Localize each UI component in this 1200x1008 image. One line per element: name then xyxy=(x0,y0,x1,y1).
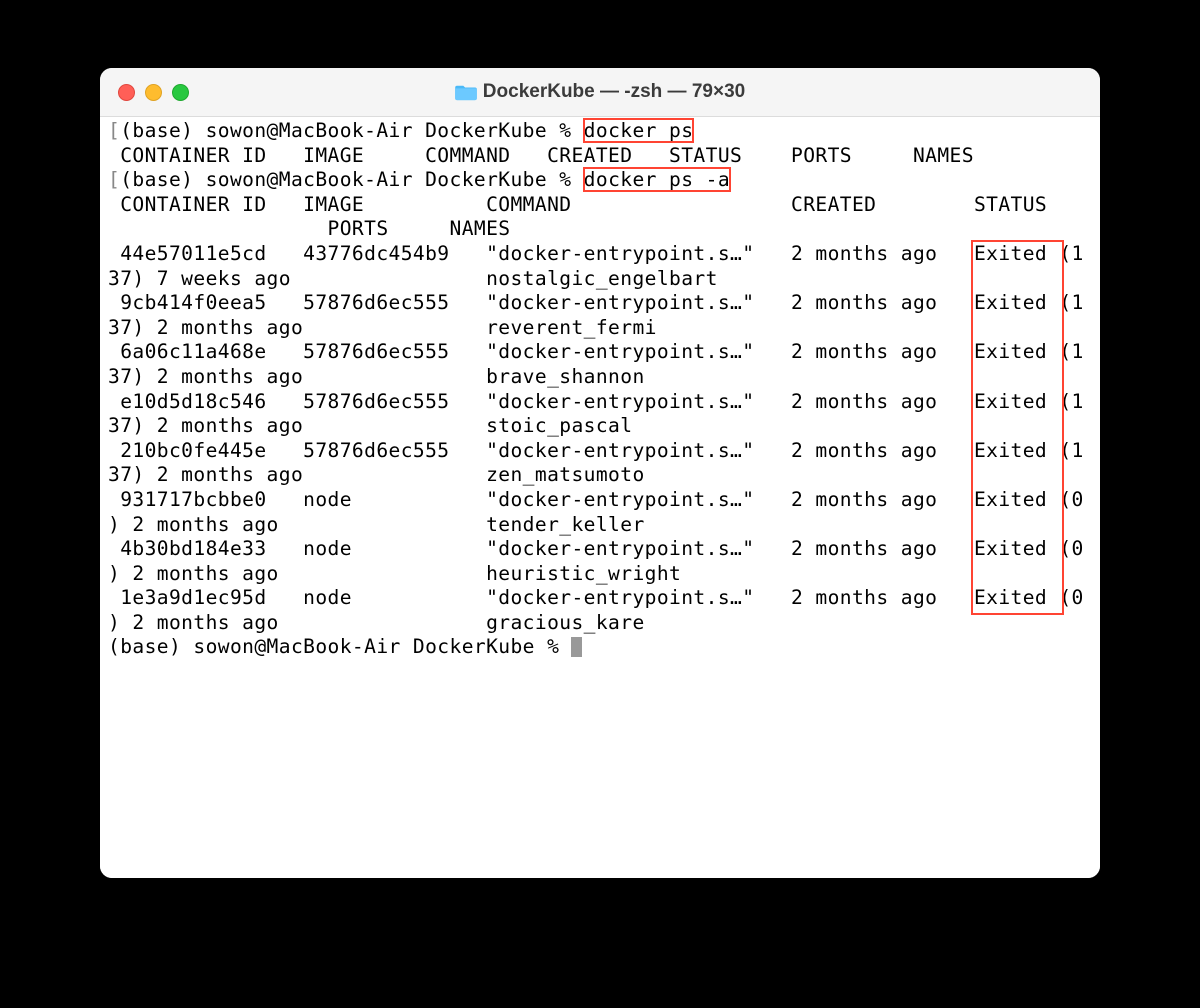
status-cell: Exited xyxy=(974,291,1059,314)
titlebar[interactable]: DockerKube — -zsh — 79×30 xyxy=(100,68,1100,117)
table-row: (1 xyxy=(1059,439,1083,462)
table-row: 931717bcbbe0 node "docker-entrypoint.s…"… xyxy=(108,488,974,511)
terminal-line: 9cb414f0eea5 57876d6ec555 "docker-entryp… xyxy=(108,291,1092,316)
table-row: 37) 2 months ago brave_shannon xyxy=(108,365,645,388)
table-row: 4b30bd184e33 node "docker-entrypoint.s…"… xyxy=(108,537,974,560)
terminal-line: 37) 2 months ago reverent_fermi xyxy=(108,316,1092,341)
table-row: (1 xyxy=(1059,340,1083,363)
folder-icon xyxy=(455,83,477,101)
terminal-line: PORTS NAMES xyxy=(108,217,1092,242)
command-docker-ps: docker ps xyxy=(584,119,694,142)
table-row: 1e3a9d1ec95d node "docker-entrypoint.s…"… xyxy=(108,586,974,609)
table-row: 44e57011e5cd 43776dc454b9 "docker-entryp… xyxy=(108,242,974,265)
table-row: 37) 2 months ago reverent_fermi xyxy=(108,316,657,339)
status-cell: Exited xyxy=(974,586,1059,609)
window-title: DockerKube — -zsh — 79×30 xyxy=(100,81,1100,103)
terminal-body[interactable]: [(base) sowon@MacBook-Air DockerKube % d… xyxy=(100,117,1100,878)
table-row: e10d5d18c546 57876d6ec555 "docker-entryp… xyxy=(108,390,974,413)
status-cell: Exited xyxy=(974,537,1059,560)
terminal-line: 210bc0fe445e 57876d6ec555 "docker-entryp… xyxy=(108,439,1092,464)
terminal-line: 37) 2 months ago zen_matsumoto xyxy=(108,463,1092,488)
minimize-icon[interactable] xyxy=(145,84,162,101)
terminal-line: 6a06c11a468e 57876d6ec555 "docker-entryp… xyxy=(108,340,1092,365)
terminal-line: [(base) sowon@MacBook-Air DockerKube % d… xyxy=(108,168,1092,193)
terminal-line: ) 2 months ago heuristic_wright xyxy=(108,562,1092,587)
status-cell: Exited xyxy=(974,340,1059,363)
table-row: ) 2 months ago tender_keller xyxy=(108,513,645,536)
terminal-line: 44e57011e5cd 43776dc454b9 "docker-entryp… xyxy=(108,242,1092,267)
status-cell: Exited xyxy=(974,390,1059,413)
close-icon[interactable] xyxy=(118,84,135,101)
bracket-icon: [ xyxy=(108,119,120,142)
table-row: (0 xyxy=(1059,488,1083,511)
table-row: 37) 2 months ago stoic_pascal xyxy=(108,414,632,437)
table-row: (0 xyxy=(1059,537,1083,560)
terminal-line: [(base) sowon@MacBook-Air DockerKube % d… xyxy=(108,119,1092,144)
table-row: (0 xyxy=(1059,586,1083,609)
table-row: ) 2 months ago heuristic_wright xyxy=(108,562,681,585)
table-row: 6a06c11a468e 57876d6ec555 "docker-entryp… xyxy=(108,340,974,363)
table-row: ) 2 months ago gracious_kare xyxy=(108,611,645,634)
terminal-line: 931717bcbbe0 node "docker-entrypoint.s…"… xyxy=(108,488,1092,513)
status-cell: Exited xyxy=(974,439,1059,462)
table-row: (1 xyxy=(1059,390,1083,413)
table-row: (1 xyxy=(1059,242,1083,265)
terminal-line: ) 2 months ago gracious_kare xyxy=(108,611,1092,636)
terminal-line: 37) 2 months ago stoic_pascal xyxy=(108,414,1092,439)
terminal-line: 4b30bd184e33 node "docker-entrypoint.s…"… xyxy=(108,537,1092,562)
command-docker-ps-a: docker ps -a xyxy=(584,168,730,191)
terminal-line: 1e3a9d1ec95d node "docker-entrypoint.s…"… xyxy=(108,586,1092,611)
table-header: CONTAINER ID IMAGE COMMAND CREATED STATU… xyxy=(108,193,1059,216)
terminal-line: (base) sowon@MacBook-Air DockerKube % xyxy=(108,635,1092,660)
cursor-icon xyxy=(571,637,582,657)
terminal-line: 37) 2 months ago brave_shannon xyxy=(108,365,1092,390)
terminal-line: CONTAINER ID IMAGE COMMAND CREATED STATU… xyxy=(108,144,1092,169)
maximize-icon[interactable] xyxy=(172,84,189,101)
status-cell: Exited xyxy=(974,488,1059,511)
table-row: 37) 2 months ago zen_matsumoto xyxy=(108,463,645,486)
table-row: 9cb414f0eea5 57876d6ec555 "docker-entryp… xyxy=(108,291,974,314)
table-row: 210bc0fe445e 57876d6ec555 "docker-entryp… xyxy=(108,439,974,462)
terminal-line: e10d5d18c546 57876d6ec555 "docker-entryp… xyxy=(108,390,1092,415)
table-header: CONTAINER ID IMAGE COMMAND CREATED STATU… xyxy=(108,144,974,167)
table-row: 37) 7 weeks ago nostalgic_engelbart xyxy=(108,267,718,290)
table-header: PORTS NAMES xyxy=(108,217,510,240)
terminal-line: ) 2 months ago tender_keller xyxy=(108,513,1092,538)
terminal-window: DockerKube — -zsh — 79×30 [(base) sowon@… xyxy=(100,68,1100,878)
prompt-text: (base) sowon@MacBook-Air DockerKube % xyxy=(108,635,571,658)
bracket-icon: [ xyxy=(108,168,120,191)
terminal-line: CONTAINER ID IMAGE COMMAND CREATED STATU… xyxy=(108,193,1092,218)
terminal-line: 37) 7 weeks ago nostalgic_engelbart xyxy=(108,267,1092,292)
prompt-text: (base) sowon@MacBook-Air DockerKube % xyxy=(120,168,583,191)
table-row: (1 xyxy=(1059,291,1083,314)
prompt-text: (base) sowon@MacBook-Air DockerKube % xyxy=(120,119,583,142)
status-cell: Exited xyxy=(974,242,1059,265)
